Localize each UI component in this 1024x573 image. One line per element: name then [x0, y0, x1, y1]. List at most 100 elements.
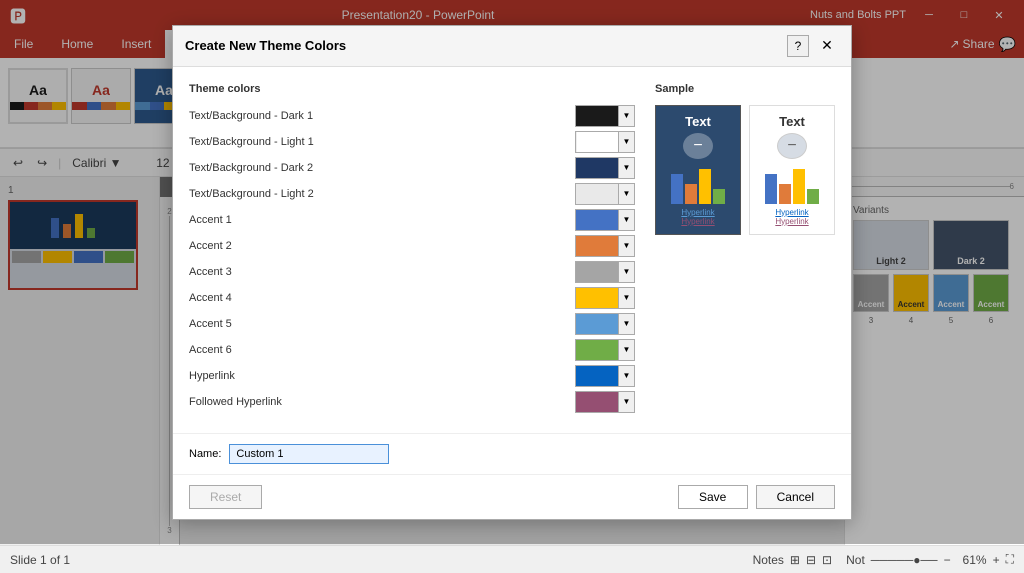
- color-picker-2[interactable]: ▼: [575, 131, 635, 153]
- color-dropdown-arrow-12: ▼: [618, 392, 634, 412]
- color-dropdown-arrow-10: ▼: [618, 340, 634, 360]
- color-swatch-11: [576, 366, 618, 386]
- dialog: Create New Theme Colors ? ✕ Theme colors…: [172, 25, 852, 520]
- theme-colors-section: Theme colors Text/Background - Dark 1 ▼ …: [189, 83, 635, 417]
- dialog-close-button[interactable]: ✕: [815, 34, 839, 58]
- sample-section: Sample Text − Hyper: [655, 83, 835, 417]
- color-label-11: Hyperlink: [189, 370, 575, 382]
- color-dropdown-arrow-3: ▼: [618, 158, 634, 178]
- color-swatch-4: [576, 184, 618, 204]
- fit-window-icon[interactable]: ⛶: [1006, 552, 1014, 567]
- color-picker-12[interactable]: ▼: [575, 391, 635, 413]
- color-label-4: Text/Background - Light 2: [189, 188, 575, 200]
- color-dropdown-arrow-4: ▼: [618, 184, 634, 204]
- name-row: Name:: [173, 433, 851, 474]
- sample-dark-chart: [671, 169, 725, 204]
- theme-colors-heading: Theme colors: [189, 83, 635, 95]
- color-row-10: Accent 6 ▼: [189, 339, 635, 361]
- zoom-out-icon[interactable]: −: [944, 553, 951, 567]
- color-picker-11[interactable]: ▼: [575, 365, 635, 387]
- sample-container: Text − Hyperlink Hyperlink: [655, 105, 835, 235]
- reset-button[interactable]: Reset: [189, 485, 262, 509]
- color-swatch-7: [576, 262, 618, 282]
- color-label-2: Text/Background - Light 1: [189, 136, 575, 148]
- color-row-2: Text/Background - Light 1 ▼: [189, 131, 635, 153]
- notes-button[interactable]: Notes: [753, 553, 784, 567]
- dialog-footer: Reset Save Cancel: [173, 474, 851, 519]
- view-reading-icon[interactable]: ⊡: [822, 553, 832, 567]
- color-row-1: Text/Background - Dark 1 ▼: [189, 105, 635, 127]
- color-row-6: Accent 2 ▼: [189, 235, 635, 257]
- color-label-9: Accent 5: [189, 318, 575, 330]
- name-input[interactable]: [229, 444, 389, 464]
- sample-light-followed[interactable]: Hyperlink: [775, 217, 808, 226]
- color-swatch-1: [576, 106, 618, 126]
- name-label: Name:: [189, 448, 221, 460]
- cancel-button[interactable]: Cancel: [756, 485, 835, 509]
- color-swatch-9: [576, 314, 618, 334]
- color-label-6: Accent 2: [189, 240, 575, 252]
- sample-heading: Sample: [655, 83, 835, 95]
- color-picker-10[interactable]: ▼: [575, 339, 635, 361]
- color-label-1: Text/Background - Dark 1: [189, 110, 575, 122]
- sample-dark-followed[interactable]: Hyperlink: [681, 217, 714, 226]
- color-swatch-5: [576, 210, 618, 230]
- dialog-help-button[interactable]: ?: [787, 35, 809, 57]
- not-label: Not: [846, 553, 865, 567]
- color-swatch-3: [576, 158, 618, 178]
- color-row-7: Accent 3 ▼: [189, 261, 635, 283]
- color-picker-4[interactable]: ▼: [575, 183, 635, 205]
- color-picker-7[interactable]: ▼: [575, 261, 635, 283]
- color-label-3: Text/Background - Dark 2: [189, 162, 575, 174]
- dialog-title: Create New Theme Colors: [185, 38, 346, 53]
- color-dropdown-arrow-11: ▼: [618, 366, 634, 386]
- view-slide-sorter-icon[interactable]: ⊟: [806, 553, 816, 567]
- zoom-level[interactable]: 61%: [957, 553, 987, 567]
- color-swatch-2: [576, 132, 618, 152]
- color-dropdown-arrow-7: ▼: [618, 262, 634, 282]
- color-dropdown-arrow-1: ▼: [618, 106, 634, 126]
- sample-light-text: Text: [779, 114, 805, 129]
- slide-info: Slide 1 of 1: [10, 553, 70, 567]
- color-picker-8[interactable]: ▼: [575, 287, 635, 309]
- color-row-3: Text/Background - Dark 2 ▼: [189, 157, 635, 179]
- dialog-body: Theme colors Text/Background - Dark 1 ▼ …: [173, 67, 851, 433]
- color-row-12: Followed Hyperlink ▼: [189, 391, 635, 413]
- color-swatch-10: [576, 340, 618, 360]
- sample-dark: Text − Hyperlink Hyperlink: [655, 105, 741, 235]
- color-swatch-12: [576, 392, 618, 412]
- statusbar: Slide 1 of 1 Notes ⊞ ⊟ ⊡ Not ─────●── − …: [0, 545, 1024, 573]
- zoom-slider[interactable]: ─────●──: [871, 553, 938, 567]
- color-row-9: Accent 5 ▼: [189, 313, 635, 335]
- color-label-12: Followed Hyperlink: [189, 396, 575, 408]
- color-label-5: Accent 1: [189, 214, 575, 226]
- modal-overlay: Create New Theme Colors ? ✕ Theme colors…: [0, 0, 1024, 544]
- color-swatch-8: [576, 288, 618, 308]
- color-picker-1[interactable]: ▼: [575, 105, 635, 127]
- color-label-10: Accent 6: [189, 344, 575, 356]
- color-picker-5[interactable]: ▼: [575, 209, 635, 231]
- color-row-11: Hyperlink ▼: [189, 365, 635, 387]
- color-row-4: Text/Background - Light 2 ▼: [189, 183, 635, 205]
- color-picker-6[interactable]: ▼: [575, 235, 635, 257]
- color-picker-3[interactable]: ▼: [575, 157, 635, 179]
- sample-dark-hyperlink[interactable]: Hyperlink: [681, 208, 714, 217]
- color-row-8: Accent 4 ▼: [189, 287, 635, 309]
- color-dropdown-arrow-9: ▼: [618, 314, 634, 334]
- color-row-5: Accent 1 ▼: [189, 209, 635, 231]
- dialog-titlebar: Create New Theme Colors ? ✕: [173, 26, 851, 67]
- sample-light: Text − Hyperlink Hyperlink: [749, 105, 835, 235]
- sample-light-hyperlink[interactable]: Hyperlink: [775, 208, 808, 217]
- color-picker-9[interactable]: ▼: [575, 313, 635, 335]
- color-dropdown-arrow-2: ▼: [618, 132, 634, 152]
- statusbar-right: Notes ⊞ ⊟ ⊡ Not ─────●── − 61% + ⛶: [753, 552, 1014, 567]
- color-swatch-6: [576, 236, 618, 256]
- zoom-in-icon[interactable]: +: [993, 553, 1000, 567]
- sample-light-chart: [765, 169, 819, 204]
- save-button[interactable]: Save: [678, 485, 748, 509]
- color-label-7: Accent 3: [189, 266, 575, 278]
- sample-dark-text: Text: [685, 114, 711, 129]
- color-dropdown-arrow-5: ▼: [618, 210, 634, 230]
- color-dropdown-arrow-6: ▼: [618, 236, 634, 256]
- view-normal-icon[interactable]: ⊞: [790, 553, 800, 567]
